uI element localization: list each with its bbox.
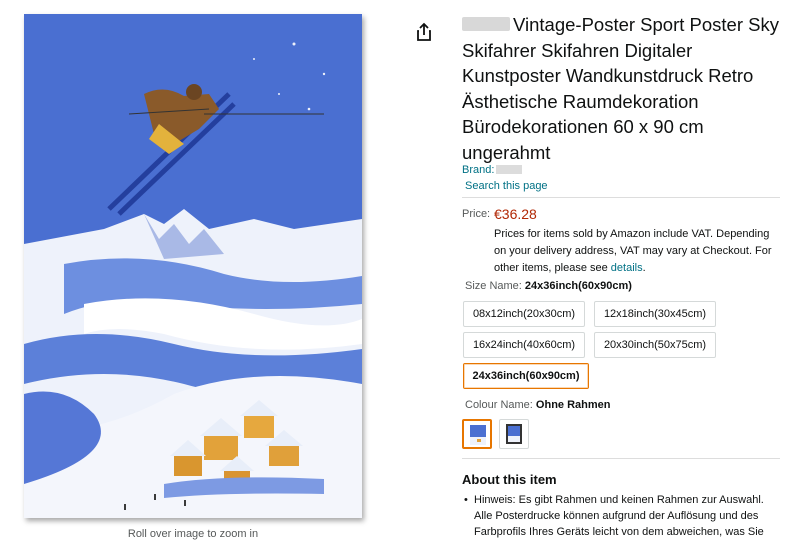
brand-label: Brand: (462, 164, 495, 176)
brand-link[interactable]: Brand: (462, 164, 523, 176)
colour-name-label: Colour Name: Ohne Rahmen (465, 399, 611, 411)
about-bullets: Hinweis: Es gibt Rahmen und keinen Rahme… (462, 492, 782, 540)
size-option-08x12[interactable]: 08x12inch(20x30cm) (463, 301, 585, 327)
product-image[interactable] (24, 14, 362, 518)
about-bullet: Hinweis: Es gibt Rahmen und keinen Rahme… (462, 492, 782, 540)
divider (462, 458, 780, 459)
size-selected: 24x36inch(60x90cm) (524, 280, 632, 292)
product-page: Roll over image to zoom in Vintage-Poste… (0, 0, 800, 540)
colour-swatch-mit-rahmen[interactable] (499, 419, 529, 449)
size-option-12x18[interactable]: 12x18inch(30x45cm) (594, 301, 716, 327)
size-option-16x24[interactable]: 16x24inch(40x60cm) (463, 332, 585, 358)
product-title: Vintage-Poster Sport Poster Sky Skifahre… (462, 12, 787, 165)
size-label: Size Name: (465, 280, 522, 292)
price-value: €36.28 (494, 206, 537, 222)
size-option-20x30[interactable]: 20x30inch(50x75cm) (594, 332, 716, 358)
size-name-label: Size Name: 24x36inch(60x90cm) (465, 280, 632, 292)
product-title-text: Vintage-Poster Sport Poster Sky Skifahre… (462, 14, 779, 163)
vat-note-period: . (642, 262, 646, 274)
size-option-24x36[interactable]: 24x36inch(60x90cm) (463, 363, 589, 389)
redacted-brand-name (496, 165, 523, 174)
colour-label: Colour Name: (465, 399, 533, 411)
price-label: Price: (462, 208, 491, 220)
divider (462, 197, 780, 198)
vat-note: Prices for items sold by Amazon include … (494, 226, 784, 277)
swatch-thumbnail (470, 425, 486, 445)
ski-poster-artwork (24, 14, 362, 518)
swatch-thumbnail (506, 424, 522, 444)
about-heading: About this item (462, 472, 557, 487)
details-link[interactable]: details (611, 262, 643, 274)
redacted-brand-block (462, 17, 510, 31)
colour-selected: Ohne Rahmen (535, 399, 611, 411)
colour-swatch-ohne-rahmen[interactable] (462, 419, 492, 449)
zoom-hint: Roll over image to zoom in (127, 528, 259, 540)
search-this-page-link[interactable]: Search this page (465, 180, 548, 192)
share-icon[interactable] (415, 22, 433, 42)
